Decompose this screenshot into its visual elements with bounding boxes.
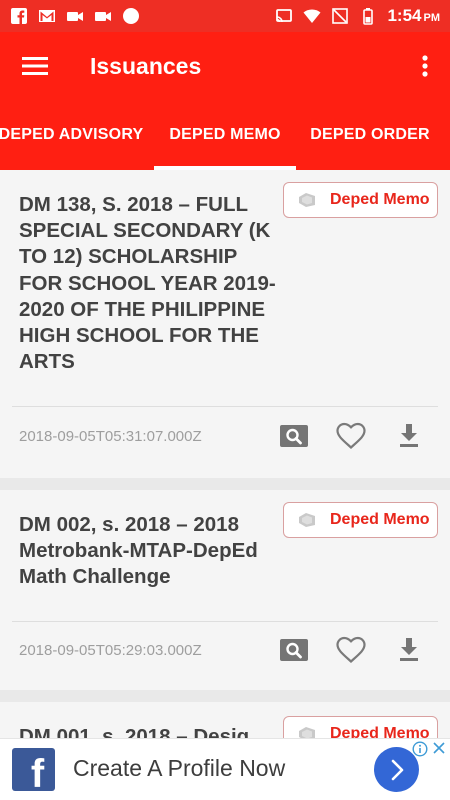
hamburger-menu-icon xyxy=(22,57,48,75)
issuance-title: DM 002, s. 2018 – 2018 Metrobank-MTAP-De… xyxy=(19,513,258,589)
video-icon xyxy=(95,12,111,21)
download-icon xyxy=(400,638,418,661)
search-icon xyxy=(280,639,308,661)
circle-icon xyxy=(123,8,139,24)
cast-icon xyxy=(276,9,293,23)
card-divider xyxy=(12,406,438,407)
favorite-button[interactable] xyxy=(334,419,368,453)
hamburger-menu-button[interactable] xyxy=(0,32,70,100)
favorite-button[interactable] xyxy=(334,633,368,667)
chevron-right-icon xyxy=(391,759,403,780)
issuance-timestamp: 2018-09-05T05:31:07.000Z xyxy=(19,428,202,445)
ad-banner[interactable]: f Create A Profile Now xyxy=(0,738,450,800)
card-divider xyxy=(12,621,438,622)
issuance-card[interactable]: DM 001, s. 2018 – Desig Deped Memo xyxy=(0,702,450,742)
facebook-logo-icon: f xyxy=(12,748,55,791)
more-vertical-icon xyxy=(422,55,428,77)
ad-info-icon[interactable] xyxy=(412,741,428,757)
tab-deped-order[interactable]: DEPED ORDER xyxy=(300,100,440,170)
category-badge: Deped Memo xyxy=(283,182,438,218)
preview-button[interactable] xyxy=(277,633,311,667)
status-time: 1:54 PM xyxy=(387,6,440,25)
search-icon xyxy=(280,425,308,447)
tab-deped-advisory[interactable]: DEPED ADVISORY xyxy=(0,100,152,170)
tab-deped-memo[interactable]: DEPED MEMO xyxy=(154,100,296,170)
heart-outline-icon xyxy=(336,636,366,663)
video-icon xyxy=(67,12,83,21)
app-bar: Issuances xyxy=(0,32,450,100)
issuance-card[interactable]: DM 002, s. 2018 – 2018 Metrobank-MTAP-De… xyxy=(0,490,450,690)
wifi-icon xyxy=(303,9,321,23)
status-bar: 1:54 PM xyxy=(0,0,450,32)
download-button[interactable] xyxy=(392,633,426,667)
preview-button[interactable] xyxy=(277,419,311,453)
badge-label: Deped Memo xyxy=(330,191,430,208)
page-title: Issuances xyxy=(90,52,202,79)
download-button[interactable] xyxy=(392,419,426,453)
download-icon xyxy=(400,424,418,447)
tab-bar: DEPED ADVISORY DEPED MEMO DEPED ORDER xyxy=(0,100,450,170)
tag-icon xyxy=(299,193,315,207)
facebook-icon xyxy=(11,8,27,24)
gmail-icon xyxy=(39,10,55,22)
no-signal-icon xyxy=(332,8,349,24)
issuance-timestamp: 2018-09-05T05:29:03.000Z xyxy=(19,642,202,659)
ad-close-icon[interactable] xyxy=(432,741,446,755)
issuance-title: DM 138, S. 2018 – FULL SPECIAL SECONDARY… xyxy=(19,193,276,374)
badge-label: Deped Memo xyxy=(330,511,430,528)
tag-icon xyxy=(299,513,315,527)
battery-icon xyxy=(363,8,374,25)
ad-headline: Create A Profile Now xyxy=(73,755,286,781)
issuance-card[interactable]: DM 138, S. 2018 – FULL SPECIAL SECONDARY… xyxy=(0,170,450,478)
heart-outline-icon xyxy=(336,422,366,449)
more-options-button[interactable] xyxy=(400,32,450,100)
category-badge: Deped Memo xyxy=(283,502,438,538)
